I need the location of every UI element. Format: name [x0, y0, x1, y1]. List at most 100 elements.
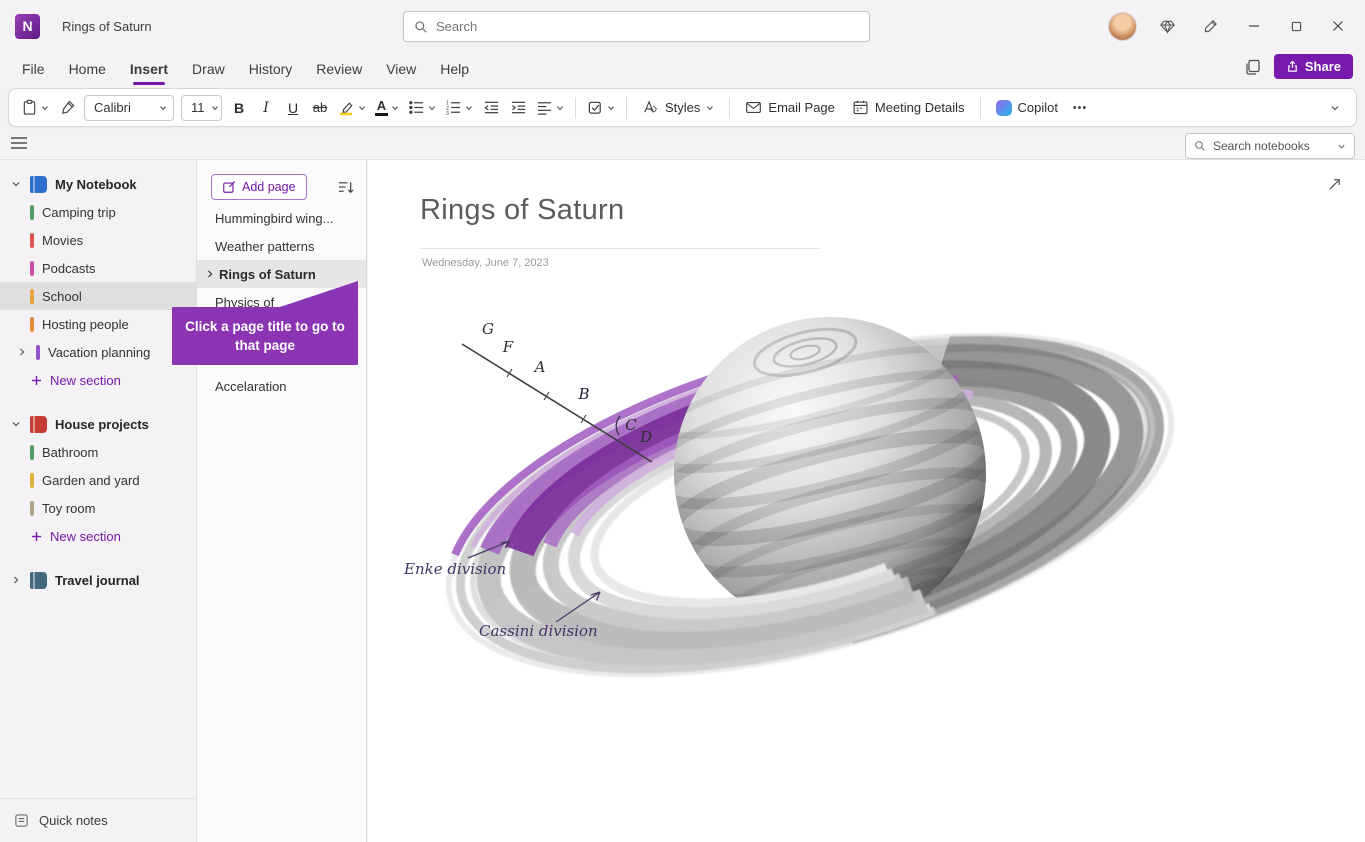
titlebar: N Rings of Saturn — [0, 0, 1365, 52]
tab-view[interactable]: View — [374, 52, 428, 86]
search-notebooks-dropdown[interactable]: Search notebooks — [1185, 133, 1355, 159]
paste-button[interactable] — [17, 94, 53, 122]
plus-icon — [31, 375, 42, 386]
section-name: Garden and yard — [42, 473, 140, 488]
premium-button[interactable] — [1145, 4, 1189, 48]
add-page-button[interactable]: Add page — [211, 174, 307, 200]
tab-review[interactable]: Review — [304, 52, 374, 86]
notebook-name: House projects — [55, 417, 149, 432]
font-name-select[interactable]: Calibri — [84, 95, 174, 121]
tab-history[interactable]: History — [237, 52, 305, 86]
meeting-details-label: Meeting Details — [875, 100, 965, 115]
chevron-right-icon — [205, 269, 215, 279]
new-section-label: New section — [50, 373, 121, 388]
styles-button[interactable]: Styles — [634, 94, 722, 122]
ring-label-a: A — [533, 358, 546, 376]
highlighter-button[interactable] — [334, 94, 370, 122]
section-color-icon — [30, 233, 34, 248]
chevron-down-icon — [428, 104, 436, 112]
page-list-item[interactable]: Hummingbird wing... — [197, 204, 366, 232]
close-button[interactable] — [1317, 4, 1359, 48]
new-section-button[interactable]: New section — [0, 522, 196, 550]
page-canvas[interactable]: Rings of Saturn Wednesday, June 7, 2023 — [368, 160, 1365, 842]
numbered-list-button[interactable]: 123 — [441, 94, 477, 122]
section-movies[interactable]: Movies — [0, 226, 196, 254]
ring-label-f: F — [502, 338, 514, 356]
ribbon-layout-button[interactable] — [1244, 58, 1262, 76]
page-list-item[interactable]: Weather patterns — [197, 232, 366, 260]
notebook-my-notebook[interactable]: My Notebook — [0, 170, 196, 198]
new-section-button[interactable]: New section — [0, 366, 196, 394]
tab-insert[interactable]: Insert — [118, 52, 180, 86]
tab-help[interactable]: Help — [428, 52, 481, 86]
font-color-icon: A — [375, 100, 388, 116]
italic-button[interactable]: I — [253, 94, 279, 122]
alignment-button[interactable] — [532, 94, 568, 122]
email-page-button[interactable]: Email Page — [737, 94, 842, 122]
notebook-icon — [30, 176, 47, 193]
bullet-list-button[interactable] — [404, 94, 440, 122]
page-list-item[interactable]: Accelaration — [197, 372, 366, 400]
page-title[interactable]: Rings of Saturn — [420, 194, 624, 227]
section-hosting-people[interactable]: Hosting people — [0, 310, 196, 338]
chevron-down-icon — [1330, 103, 1340, 113]
notebook-travel-journal[interactable]: Travel journal — [0, 566, 196, 594]
section-podcasts[interactable]: Podcasts — [0, 254, 196, 282]
minimize-button[interactable] — [1233, 4, 1275, 48]
ring-label-c: C — [625, 416, 637, 434]
chevron-down-icon — [10, 419, 22, 429]
section-toy-room[interactable]: Toy room — [0, 494, 196, 522]
decrease-indent-button[interactable] — [478, 94, 504, 122]
format-painter-button[interactable] — [54, 94, 80, 122]
section-color-icon — [30, 473, 34, 488]
account-avatar[interactable] — [1108, 12, 1137, 41]
full-page-view-button[interactable] — [1326, 176, 1343, 193]
pen-mode-button[interactable] — [1189, 4, 1233, 48]
chevron-down-icon — [211, 104, 219, 112]
page-list-item-selected[interactable]: Rings of Saturn — [197, 260, 366, 288]
email-page-label: Email Page — [768, 100, 834, 115]
more-options-button[interactable]: ••• — [1067, 94, 1093, 122]
section-color-icon — [30, 317, 34, 332]
section-vacation-planning[interactable]: Vacation planning — [0, 338, 196, 366]
brush-icon — [59, 99, 76, 116]
section-school[interactable]: School — [0, 282, 196, 310]
tab-home[interactable]: Home — [57, 52, 118, 86]
notebook-name: Travel journal — [55, 573, 140, 588]
underline-button[interactable]: U — [280, 94, 306, 122]
styles-icon — [642, 99, 659, 116]
sort-pages-button[interactable] — [338, 180, 354, 195]
section-color-icon — [36, 345, 40, 360]
quick-notes-button[interactable]: Quick notes — [0, 798, 196, 842]
maximize-button[interactable] — [1275, 4, 1317, 48]
section-name: Vacation planning — [48, 345, 150, 360]
font-color-button[interactable]: A — [371, 94, 403, 122]
chevron-right-icon — [10, 575, 22, 585]
search-input[interactable] — [436, 19, 859, 34]
saturn-ink-drawing: G F A B C D Enke division Cassini divisi… — [384, 288, 1204, 728]
meeting-details-button[interactable]: Meeting Details — [844, 94, 973, 122]
share-button[interactable]: Share — [1274, 54, 1353, 79]
notebook-house-projects[interactable]: House projects — [0, 410, 196, 438]
nav-toggle-button[interactable] — [10, 136, 28, 150]
page-date: Wednesday, June 7, 2023 — [422, 257, 549, 269]
section-garden-and-yard[interactable]: Garden and yard — [0, 466, 196, 494]
tab-file[interactable]: File — [10, 52, 57, 86]
increase-indent-button[interactable] — [505, 94, 531, 122]
search-box[interactable] — [403, 11, 870, 42]
copilot-label: Copilot — [1018, 100, 1058, 115]
ribbon-collapse-button[interactable] — [1322, 94, 1348, 122]
font-size-select[interactable]: 11 — [181, 95, 222, 121]
strikethrough-button[interactable]: ab — [307, 94, 333, 122]
copilot-button[interactable]: Copilot — [988, 94, 1066, 122]
notebook-icon — [30, 572, 47, 589]
bold-button[interactable]: B — [226, 94, 252, 122]
page-title-text: Accelaration — [215, 379, 287, 394]
plus-icon — [31, 531, 42, 542]
todo-tag-button[interactable] — [583, 94, 619, 122]
section-camping-trip[interactable]: Camping trip — [0, 198, 196, 226]
notebook-icon — [30, 416, 47, 433]
enke-division-label: Enke division — [403, 560, 506, 578]
section-bathroom[interactable]: Bathroom — [0, 438, 196, 466]
tab-draw[interactable]: Draw — [180, 52, 237, 86]
